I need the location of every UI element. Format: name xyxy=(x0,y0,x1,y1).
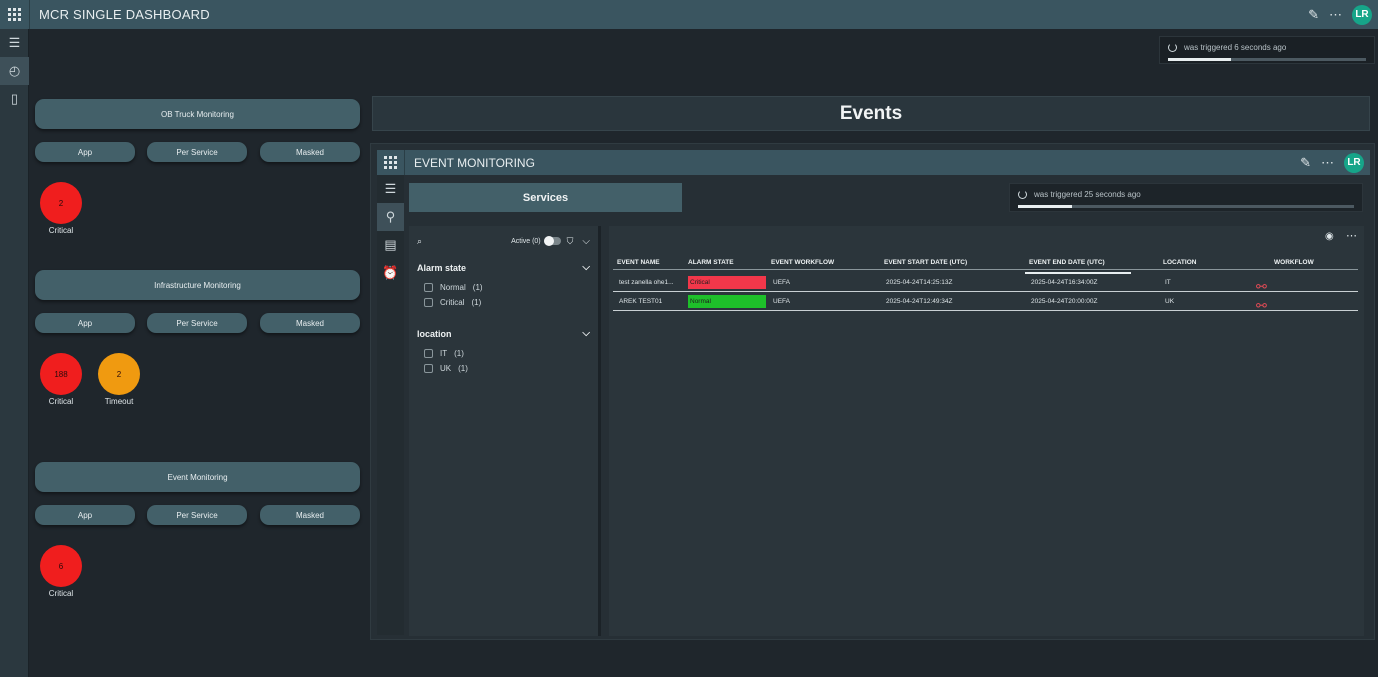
embed-avatar[interactable]: LR xyxy=(1344,152,1364,173)
checkbox[interactable] xyxy=(424,349,433,358)
infra-timeout-label: Timeout xyxy=(104,397,134,406)
column-header[interactable]: EVENT START DATE (UTC) xyxy=(884,259,967,266)
column-header[interactable]: EVENT NAME xyxy=(617,259,660,266)
filter-option-it[interactable]: IT (1) xyxy=(409,346,598,361)
alarm-state-badge: Normal xyxy=(688,295,766,308)
column-header[interactable]: EVENT WORKFLOW xyxy=(771,259,834,266)
embed-app-launcher-icon[interactable] xyxy=(377,150,405,175)
column-header[interactable]: WORKFLOW xyxy=(1274,259,1314,266)
embed-refresh-icon[interactable] xyxy=(1018,190,1027,199)
more-options-icon[interactable]: ⋯ xyxy=(1329,8,1342,21)
filter-icon[interactable]: ⛉ xyxy=(567,236,574,247)
infra-per-service-button[interactable]: Per Service xyxy=(147,313,247,333)
event-masked-button[interactable]: Masked xyxy=(260,505,360,525)
search-icon[interactable]: ⌕ xyxy=(417,236,422,247)
edit-icon[interactable]: ✎ xyxy=(1308,8,1319,21)
column-header[interactable]: EVENT END DATE (UTC) xyxy=(1029,259,1105,266)
services-button[interactable]: Services xyxy=(409,183,682,212)
visibility-icon[interactable]: ◉ xyxy=(1325,231,1334,242)
infra-app-button[interactable]: App xyxy=(35,313,135,333)
embed-title: EVENT MONITORING xyxy=(414,155,535,170)
ob-truck-per-service-button[interactable]: Per Service xyxy=(147,142,247,162)
workflow-link-icon[interactable]: ⚯ xyxy=(1256,298,1267,314)
infra-critical-label: Critical xyxy=(48,397,74,406)
filter-option-critical[interactable]: Critical (1) xyxy=(409,295,598,310)
refresh-progress xyxy=(1168,58,1366,61)
group-title-ob-truck[interactable]: OB Truck Monitoring xyxy=(35,99,360,129)
embed-header: EVENT MONITORING ✎ ⋯ LR xyxy=(377,150,1370,175)
avatar[interactable]: LR xyxy=(1352,4,1372,25)
embed-list-icon[interactable]: ▤ xyxy=(377,231,404,259)
checkbox[interactable] xyxy=(424,364,433,373)
filter-option-uk[interactable]: UK (1) xyxy=(409,361,598,376)
alarm-state-badge: Critical xyxy=(688,276,766,289)
refresh-status-text: was triggered 6 seconds ago xyxy=(1184,43,1287,52)
active-filter-label: Active (0) xyxy=(511,237,541,245)
event-monitoring-embed: EVENT MONITORING ✎ ⋯ LR ☰ ⚲ ▤ ⏰ Services… xyxy=(370,143,1375,640)
menu-icon[interactable]: ☰ xyxy=(0,29,29,57)
active-toggle[interactable] xyxy=(543,236,561,246)
left-rail: ☰ ◴ ▯ xyxy=(0,29,29,677)
embed-left-rail: ☰ ⚲ ▤ ⏰ xyxy=(377,175,404,635)
embed-edit-icon[interactable]: ✎ xyxy=(1300,156,1311,169)
location-section[interactable]: location ⌵ xyxy=(409,328,598,339)
event-app-button[interactable]: App xyxy=(35,505,135,525)
dashboard-icon[interactable]: ◴ xyxy=(0,57,29,85)
ob-truck-critical-count[interactable]: 2 xyxy=(40,182,82,224)
filter-option-normal[interactable]: Normal (1) xyxy=(409,280,598,295)
embed-refresh-status-text: was triggered 25 seconds ago xyxy=(1034,190,1141,199)
collapse-chevron-icon[interactable]: ⌵ xyxy=(582,236,590,247)
ob-truck-app-button[interactable]: App xyxy=(35,142,135,162)
app-header: MCR SINGLE DASHBOARD ✎ ⋯ LR xyxy=(0,0,1378,29)
location-title: location xyxy=(417,328,452,339)
table-row[interactable]: AREK TEST01 Normal UEFA 2025-04-24T12:49… xyxy=(613,292,1358,314)
ob-truck-critical-label: Critical xyxy=(48,226,74,235)
table-more-options-icon[interactable]: ⋯ xyxy=(1346,229,1357,242)
refresh-status: was triggered 6 seconds ago xyxy=(1159,36,1375,64)
table-row[interactable]: test zanella ohe1... Critical UEFA 2025-… xyxy=(613,273,1358,294)
embed-refresh-status: was triggered 25 seconds ago xyxy=(1009,183,1363,212)
event-critical-count[interactable]: 6 xyxy=(40,545,82,587)
checkbox[interactable] xyxy=(424,283,433,292)
alarm-state-section[interactable]: Alarm state ⌵ xyxy=(409,262,598,273)
events-table: ◉ ⋯ EVENT NAME ALARM STATE EVENT WORKFLO… xyxy=(609,226,1364,636)
infra-timeout-count[interactable]: 2 xyxy=(98,353,140,395)
embed-more-options-icon[interactable]: ⋯ xyxy=(1321,156,1334,169)
app-title: MCR SINGLE DASHBOARD xyxy=(39,7,210,22)
column-header[interactable]: LOCATION xyxy=(1163,259,1196,266)
table-header: EVENT NAME ALARM STATE EVENT WORKFLOW EV… xyxy=(613,256,1358,270)
alarm-state-title: Alarm state xyxy=(417,262,467,273)
ob-truck-masked-button[interactable]: Masked xyxy=(260,142,360,162)
location-chevron-icon[interactable]: ⌵ xyxy=(582,328,590,339)
event-critical-label: Critical xyxy=(48,589,74,598)
group-title-event-monitoring[interactable]: Event Monitoring xyxy=(35,462,360,492)
embed-menu-icon[interactable]: ☰ xyxy=(377,175,404,203)
group-title-infrastructure[interactable]: Infrastructure Monitoring xyxy=(35,270,360,300)
infra-critical-count[interactable]: 188 xyxy=(40,353,82,395)
refresh-icon[interactable] xyxy=(1168,43,1177,52)
embed-refresh-progress xyxy=(1018,205,1354,208)
event-per-service-button[interactable]: Per Service xyxy=(147,505,247,525)
embed-alarm-clock-icon[interactable]: ⏰ xyxy=(377,259,404,287)
events-heading: Events xyxy=(372,96,1370,131)
checkbox[interactable] xyxy=(424,298,433,307)
app-launcher-icon[interactable] xyxy=(0,0,30,29)
bookmark-icon[interactable]: ▯ xyxy=(0,85,29,113)
alarm-state-chevron-icon[interactable]: ⌵ xyxy=(582,262,590,273)
filter-panel: ⌕ Active (0) ⛉ ⌵ Alarm state ⌵ Normal (1)… xyxy=(409,226,601,636)
column-header[interactable]: ALARM STATE xyxy=(688,259,734,266)
embed-services-icon[interactable]: ⚲ xyxy=(377,203,404,231)
infra-masked-button[interactable]: Masked xyxy=(260,313,360,333)
